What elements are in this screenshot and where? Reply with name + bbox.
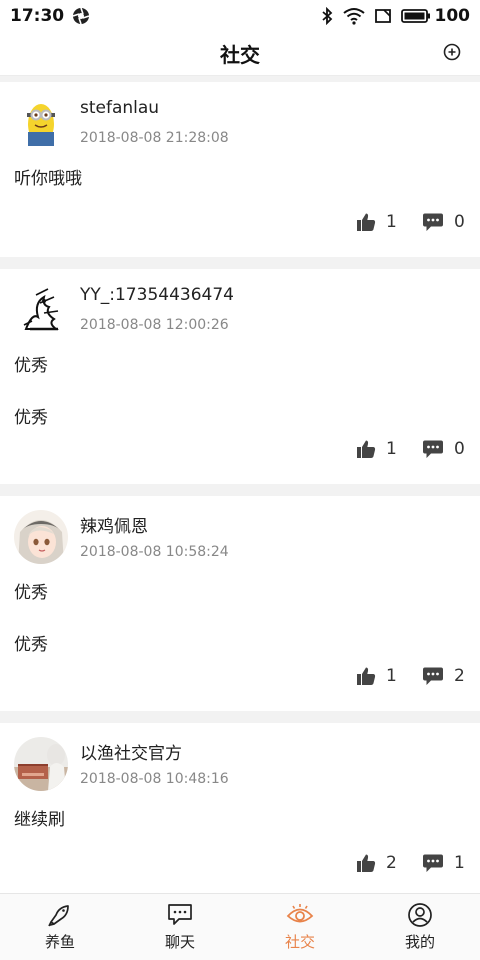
post-item[interactable]: 辣鸡佩恩 2018-08-08 10:58:24 优秀 优秀 1 2 — [0, 496, 480, 711]
chat-icon — [168, 904, 192, 925]
comment-button[interactable]: 2 — [422, 666, 466, 686]
add-post-button[interactable] — [440, 40, 464, 64]
thumbs-up-icon — [357, 854, 376, 872]
post-username[interactable]: stefanlau — [80, 98, 159, 118]
page-title: 社交 — [220, 43, 260, 67]
avatar[interactable] — [14, 96, 68, 150]
like-count: 1 — [386, 666, 397, 686]
tab-fish[interactable]: 养鱼 — [0, 894, 120, 960]
post-actions: 1 0 — [356, 212, 466, 232]
post-item[interactable]: YY_:17354436474 2018-08-08 12:00:26 优秀 优… — [0, 269, 480, 484]
bluetooth-icon — [320, 7, 334, 25]
post-content-line: 优秀 — [14, 356, 48, 376]
tab-profile[interactable]: 我的 — [360, 894, 480, 960]
post-username[interactable]: YY_:17354436474 — [80, 285, 234, 305]
comment-icon — [423, 667, 443, 685]
tab-label: 聊天 — [164, 933, 195, 951]
wifi-icon — [342, 7, 365, 25]
comment-icon — [423, 440, 443, 458]
eye-icon — [286, 904, 314, 923]
sim-icon — [374, 8, 392, 24]
avatar[interactable] — [14, 510, 68, 564]
like-button[interactable]: 1 — [356, 666, 398, 686]
post-username[interactable]: 以渔社交官方 — [80, 739, 182, 764]
post-timestamp: 2018-08-08 10:48:16 — [80, 771, 229, 787]
like-count: 1 — [386, 212, 397, 232]
comment-icon — [423, 213, 443, 231]
post-item[interactable]: stefanlau 2018-08-08 21:28:08 听你哦哦 1 0 — [0, 82, 480, 257]
battery-icon — [400, 9, 430, 23]
battery-level: 100 — [434, 6, 471, 26]
comment-count: 1 — [454, 853, 465, 873]
post-username[interactable]: 辣鸡佩恩 — [80, 512, 148, 537]
add-circle-icon — [443, 43, 461, 61]
post-timestamp: 2018-08-08 12:00:26 — [80, 317, 229, 333]
post-content-line: 继续刷 — [14, 810, 65, 830]
aperture-icon — [72, 7, 90, 25]
app-header: 社交 — [0, 32, 480, 76]
status-time: 17:30 — [10, 6, 65, 26]
comment-button[interactable]: 1 — [422, 853, 466, 873]
thumbs-up-icon — [357, 213, 376, 231]
comment-icon — [423, 854, 443, 872]
thumbs-up-icon — [357, 667, 376, 685]
person-icon — [408, 903, 432, 927]
tab-label: 社交 — [284, 933, 315, 951]
post-content-line: 优秀 — [14, 583, 48, 603]
post-actions: 2 1 — [356, 853, 466, 873]
comment-count: 0 — [454, 212, 465, 232]
screen: 17:30 100 社交 stefanlau 2018-08-08 21:28:… — [0, 0, 480, 960]
post-actions: 1 0 — [356, 439, 466, 459]
comment-button[interactable]: 0 — [422, 439, 466, 459]
thumbs-up-icon — [357, 440, 376, 458]
avatar[interactable] — [14, 737, 68, 791]
bottom-tab-bar: 养鱼 聊天 社交 我的 — [0, 893, 480, 960]
comment-button[interactable]: 0 — [422, 212, 466, 232]
like-button[interactable]: 1 — [356, 439, 398, 459]
comment-count: 0 — [454, 439, 465, 459]
post-content-line: 优秀 — [14, 635, 48, 655]
like-button[interactable]: 2 — [356, 853, 398, 873]
tab-social[interactable]: 社交 — [240, 894, 360, 960]
status-bar: 17:30 100 — [0, 0, 480, 32]
like-count: 1 — [386, 439, 397, 459]
comment-count: 2 — [454, 666, 465, 686]
post-content-line: 听你哦哦 — [14, 169, 82, 189]
post-timestamp: 2018-08-08 21:28:08 — [80, 130, 229, 146]
post-actions: 1 2 — [356, 666, 466, 686]
avatar[interactable] — [14, 283, 68, 337]
fish-icon — [48, 905, 69, 927]
tab-label: 养鱼 — [44, 933, 75, 951]
tab-chat[interactable]: 聊天 — [120, 894, 240, 960]
like-button[interactable]: 1 — [356, 212, 398, 232]
post-timestamp: 2018-08-08 10:58:24 — [80, 544, 229, 560]
tab-label: 我的 — [404, 933, 435, 951]
battery: 100 — [400, 6, 471, 26]
like-count: 2 — [386, 853, 397, 873]
post-item[interactable]: 以渔社交官方 2018-08-08 10:48:16 继续刷 2 1 — [0, 723, 480, 893]
post-content-line: 优秀 — [14, 408, 48, 428]
